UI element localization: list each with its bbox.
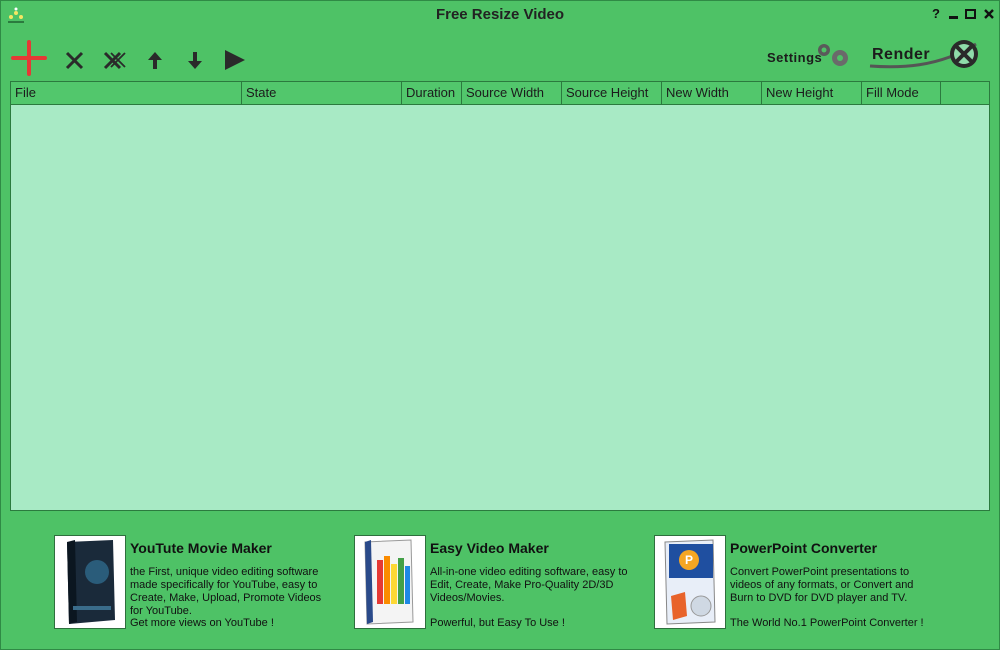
add-file-button[interactable] [11,40,47,78]
promo-title: Easy Video Maker [430,540,549,556]
arrow-up-icon [148,52,162,69]
remove-button[interactable] [60,40,94,78]
close-button[interactable] [981,6,997,22]
move-down-button[interactable] [180,40,214,78]
product-box-image: P [654,535,726,629]
help-button[interactable]: ? [928,6,944,22]
play-icon [225,50,245,70]
arrow-down-icon [188,52,202,69]
double-x-icon [103,51,126,70]
column-header-duration[interactable]: Duration [401,82,461,104]
svg-text:P: P [685,553,693,567]
plus-icon [11,40,47,76]
render-label: Render [872,46,931,63]
promo-tagline: Powerful, but Easy To Use ! [430,617,565,629]
promo-description: the First, unique video editing software… [130,566,322,617]
column-header-source-height[interactable]: Source Height [561,82,661,104]
product-box-image [354,535,426,629]
promo-tagline: The World No.1 PowerPoint Converter ! [730,617,924,629]
promo-description: All-in-one video editing software, easy … [430,566,628,604]
play-button[interactable] [219,40,253,78]
column-header-new-width[interactable]: New Width [661,82,761,104]
column-header-file[interactable]: File [11,82,241,104]
column-header-source-width[interactable]: Source Width [461,82,561,104]
column-header-state[interactable]: State [241,82,401,104]
x-icon [65,51,84,70]
maximize-button[interactable] [963,6,979,22]
promo-title: YouTute Movie Maker [130,540,272,556]
promo-description: Convert PowerPoint presentations to vide… [730,566,914,604]
table-header: File State Duration Source Width Source … [11,82,989,105]
promo-powerpoint-converter[interactable]: P PowerPoint Converter Convert PowerPoin… [654,535,944,631]
move-up-button[interactable] [140,40,174,78]
settings-button[interactable]: Settings [764,40,854,72]
minimize-button[interactable] [946,6,962,22]
column-header-fill-mode[interactable]: Fill Mode [861,82,941,104]
column-header-new-height[interactable]: New Height [761,82,861,104]
promo-youtube-movie-maker[interactable]: YouTute Movie Maker the First, unique vi… [54,535,344,631]
settings-label: Settings [767,50,823,65]
file-list-table[interactable]: File State Duration Source Width Source … [10,81,990,511]
product-box-image [54,535,126,629]
promo-title: PowerPoint Converter [730,540,878,556]
remove-all-button[interactable] [99,40,133,78]
promo-tagline: Get more views on YouTube ! [130,617,274,629]
render-button[interactable]: Render [868,36,984,76]
window-title: Free Resize Video [435,6,565,23]
promo-easy-video-maker[interactable]: Easy Video Maker All-in-one video editin… [354,535,644,631]
